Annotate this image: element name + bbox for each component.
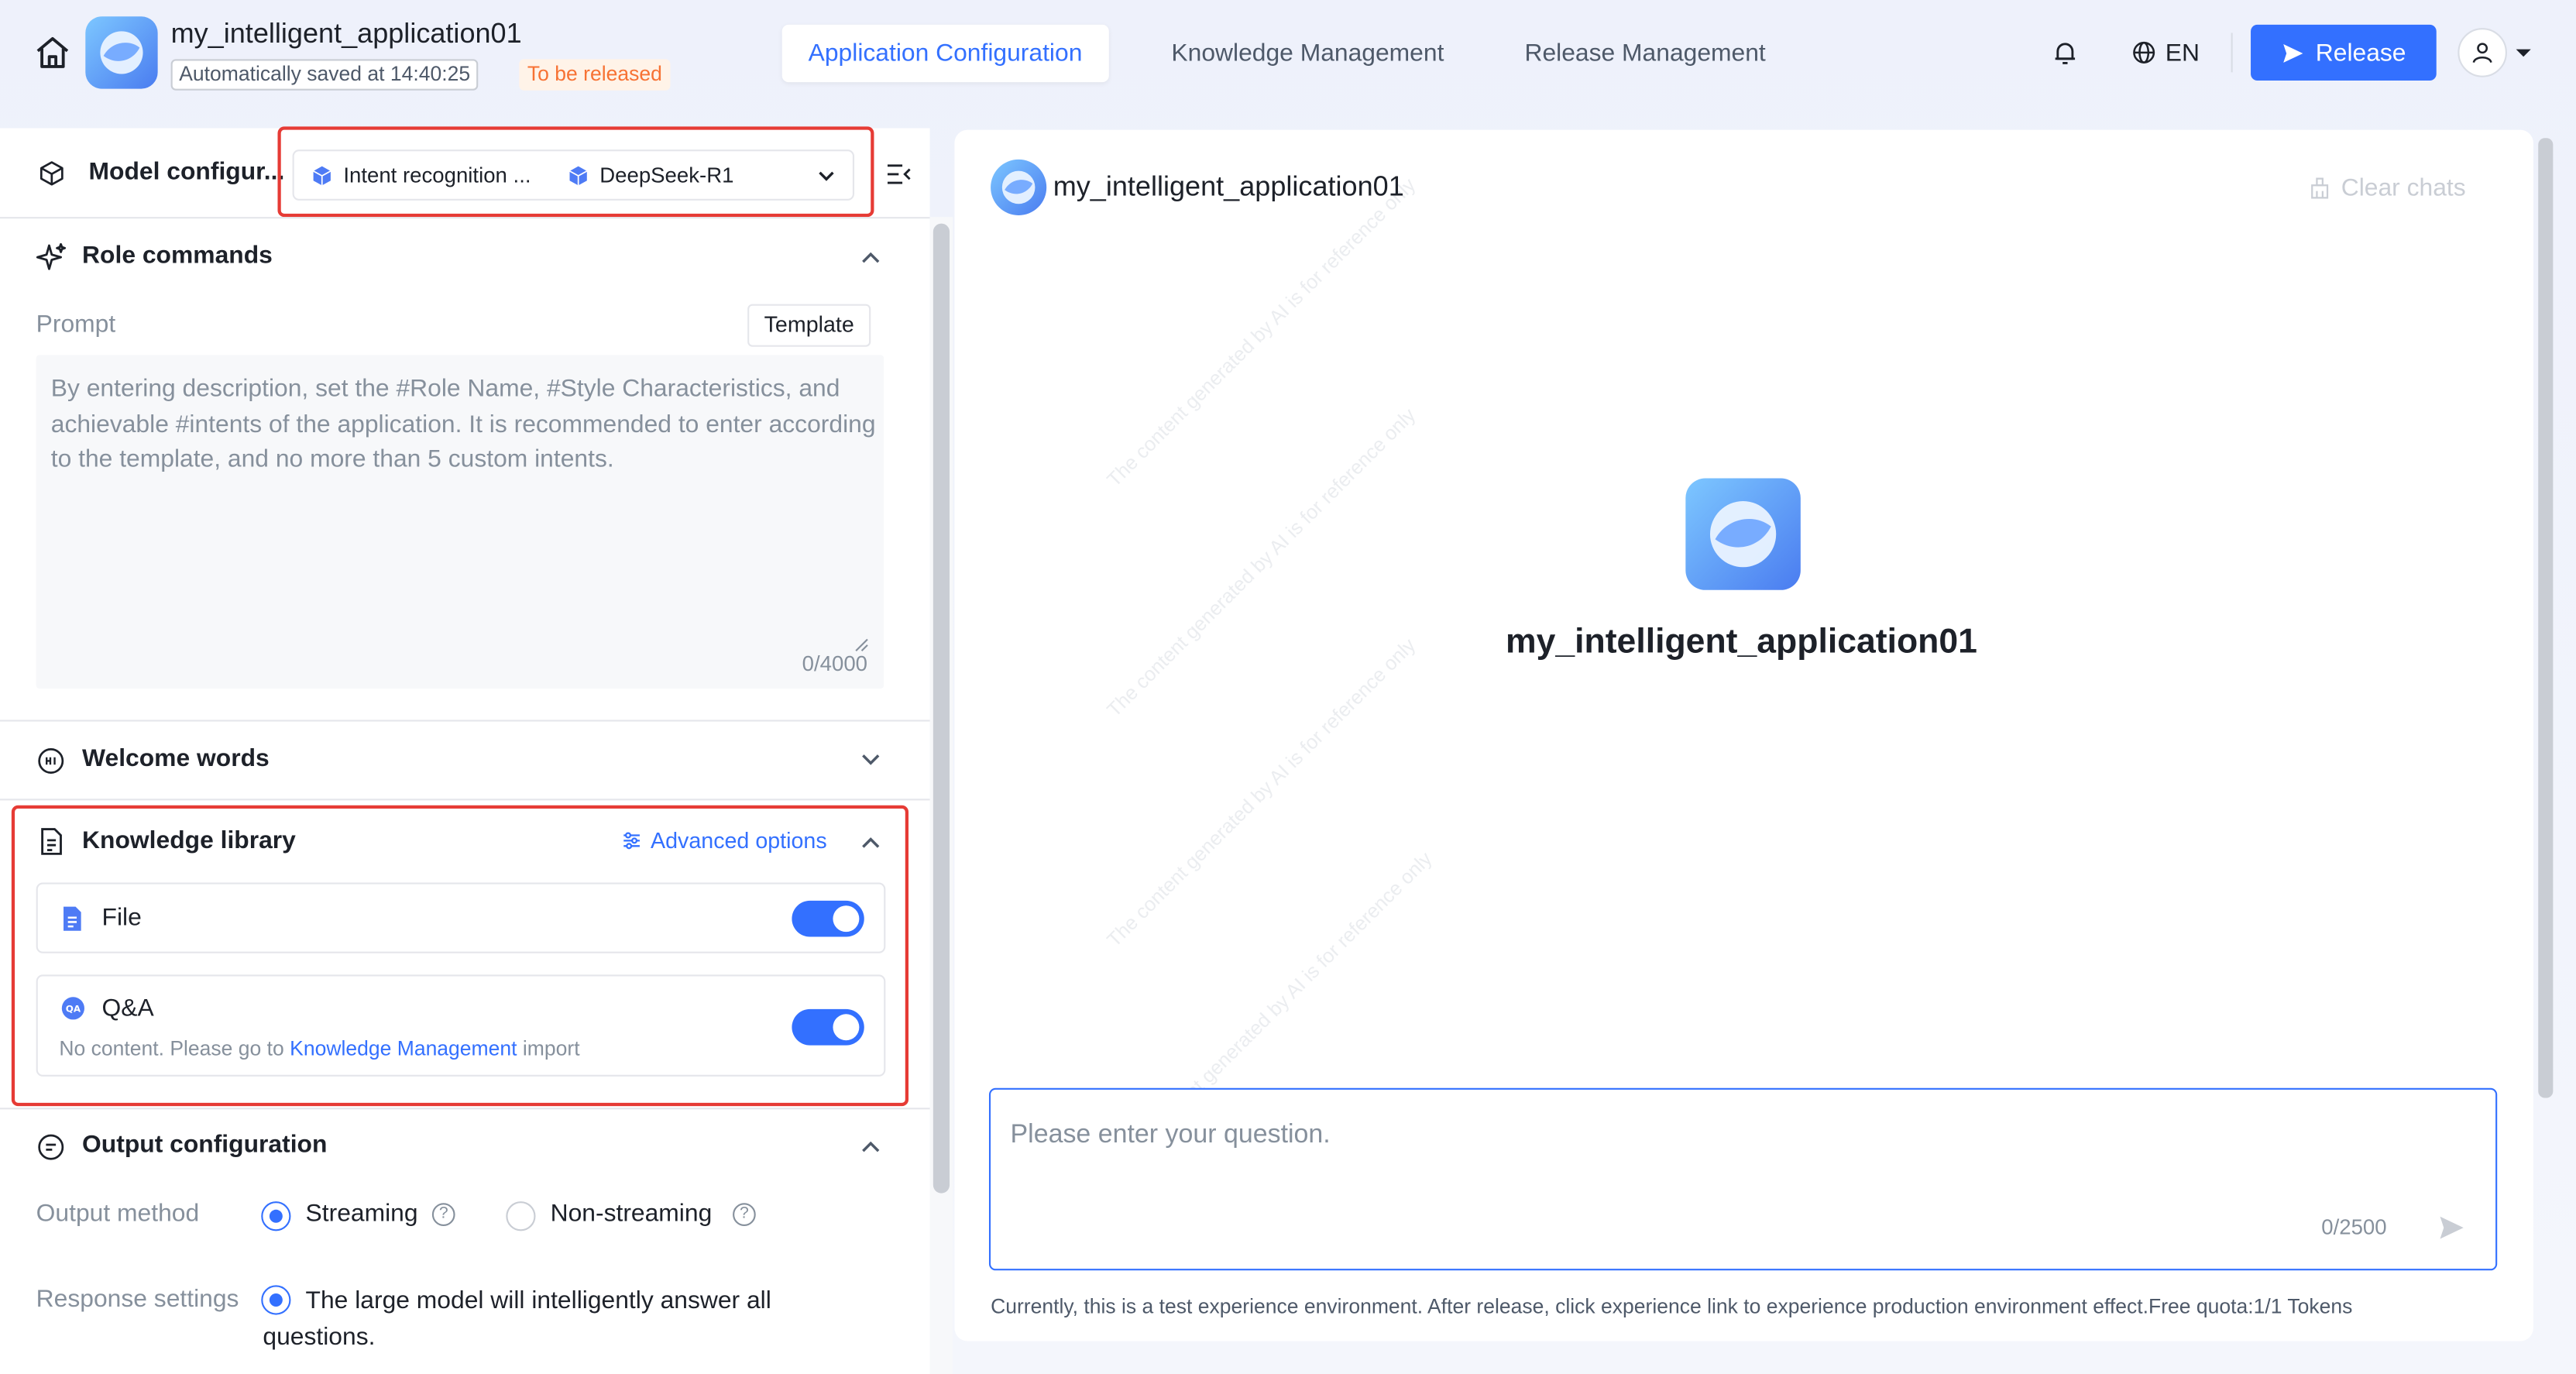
- chevron-up-icon[interactable]: [859, 1135, 882, 1159]
- model-select[interactable]: Intent recognition ... DeepSeek-R1: [292, 149, 855, 201]
- send-icon[interactable]: [2437, 1213, 2466, 1242]
- chat-input[interactable]: Please enter your question. 0/2500: [988, 1087, 2498, 1271]
- clear-chats-button[interactable]: Clear chats: [2308, 173, 2466, 203]
- file-icon: [60, 905, 84, 932]
- chat-scrollbar[interactable]: [2538, 138, 2554, 1098]
- home-icon[interactable]: [33, 33, 72, 72]
- collapse-panel-icon[interactable]: [884, 160, 913, 189]
- help-icon[interactable]: ?: [431, 1203, 455, 1227]
- broom-icon: [2308, 176, 2331, 201]
- chevron-down-icon[interactable]: [859, 748, 882, 771]
- template-button[interactable]: Template: [747, 304, 871, 347]
- welcome-words-title: Welcome words: [82, 744, 270, 773]
- document-icon: [38, 826, 64, 856]
- output-method-label: Output method: [36, 1200, 200, 1228]
- qa-note-prefix: No content. Please go to: [59, 1036, 284, 1060]
- intent-label: Intent recognition ...: [343, 163, 531, 187]
- non-streaming-label: Non-streaming: [550, 1200, 713, 1228]
- chevron-down-icon: [816, 165, 836, 184]
- knowledge-management-link[interactable]: Knowledge Management: [290, 1037, 517, 1060]
- qa-note-suffix: import: [522, 1036, 580, 1060]
- cube-icon: [38, 160, 66, 187]
- test-environment-note: Currently, this is a test experience env…: [991, 1295, 2353, 1318]
- message-icon: [36, 1132, 66, 1162]
- tab-release-management[interactable]: Release Management: [1499, 25, 1792, 82]
- app-name: my_intelligent_application01: [170, 18, 522, 50]
- toggle-knob: [833, 905, 860, 933]
- qa-toggle[interactable]: [792, 1008, 864, 1046]
- divider: [0, 720, 930, 722]
- model-cube-icon: [567, 163, 590, 187]
- knowledge-qa-card: QA Q&A No content. Please go to Knowledg…: [36, 974, 886, 1077]
- welcome-chat-icon: [36, 746, 66, 775]
- caret-down-icon: [2513, 43, 2533, 62]
- knowledge-file-card: File: [36, 882, 886, 953]
- chat-avatar: [991, 159, 1047, 215]
- intent-cube-icon: [311, 163, 334, 187]
- release-label: Release: [2315, 38, 2406, 67]
- role-commands-title: Role commands: [82, 241, 273, 270]
- top-header: my_intelligent_application01 Automatical…: [0, 0, 2576, 108]
- streaming-label: Streaming: [305, 1200, 418, 1228]
- app-logo: [85, 16, 158, 89]
- sliders-icon: [621, 830, 643, 852]
- advanced-options-label: Advanced options: [650, 828, 827, 854]
- response-settings-label: Response settings: [36, 1285, 239, 1314]
- chat-char-count: 0/2500: [2321, 1214, 2387, 1239]
- help-icon[interactable]: ?: [733, 1203, 756, 1227]
- prompt-label: Prompt: [36, 311, 116, 339]
- chat-input-placeholder: Please enter your question.: [1010, 1121, 1331, 1149]
- divider: [0, 1108, 930, 1110]
- clear-chats-label: Clear chats: [2341, 173, 2466, 203]
- response-option-label: The large model will intelligently answe…: [263, 1286, 771, 1352]
- bell-icon[interactable]: [2050, 38, 2080, 67]
- sparkle-icon: [36, 242, 67, 273]
- user-icon: [2458, 28, 2507, 77]
- language-label: EN: [2165, 38, 2200, 67]
- file-label: File: [101, 904, 142, 933]
- center-app-logo: [1685, 478, 1801, 590]
- divider: [0, 799, 930, 801]
- autosave-status: Automatically saved at 14:40:25: [170, 59, 479, 91]
- qa-icon: QA: [60, 996, 85, 1021]
- tab-knowledge-management[interactable]: Knowledge Management: [1145, 25, 1470, 82]
- prompt-textarea[interactable]: By entering description, set the #Role N…: [36, 355, 884, 689]
- chat-app-name: my_intelligent_application01: [1053, 170, 1404, 203]
- language-switcher[interactable]: EN: [2131, 36, 2200, 69]
- qa-note: No content. Please go to Knowledge Manag…: [59, 1037, 579, 1060]
- toggle-knob: [833, 1014, 860, 1041]
- center-app-name: my_intelligent_application01: [1505, 623, 1977, 661]
- config-scrollbar[interactable]: [933, 223, 950, 1194]
- streaming-radio[interactable]: [261, 1201, 291, 1231]
- user-menu[interactable]: [2458, 25, 2550, 81]
- model-config-label: Model configur...: [88, 157, 285, 186]
- file-toggle[interactable]: [792, 900, 864, 937]
- advanced-options-link[interactable]: Advanced options: [621, 828, 827, 853]
- status-badge: To be released: [519, 59, 671, 91]
- header-divider: [2231, 33, 2233, 73]
- tab-application-configuration[interactable]: Application Configuration: [781, 24, 1109, 83]
- qa-label: Q&A: [101, 994, 154, 1022]
- knowledge-library-title: Knowledge library: [82, 826, 296, 855]
- chevron-up-icon[interactable]: [859, 246, 882, 270]
- send-icon: [2281, 40, 2306, 65]
- svg-text:QA: QA: [66, 1003, 81, 1014]
- globe-icon: [2131, 40, 2157, 66]
- non-streaming-radio[interactable]: [506, 1201, 536, 1231]
- release-button[interactable]: Release: [2251, 24, 2437, 81]
- model-label: DeepSeek-R1: [599, 163, 734, 187]
- chevron-up-icon[interactable]: [859, 832, 882, 855]
- output-config-title: Output configuration: [82, 1130, 328, 1159]
- prompt-char-count: 0/4000: [802, 651, 867, 676]
- divider: [0, 217, 930, 219]
- prompt-placeholder: By entering description, set the #Role N…: [50, 374, 876, 474]
